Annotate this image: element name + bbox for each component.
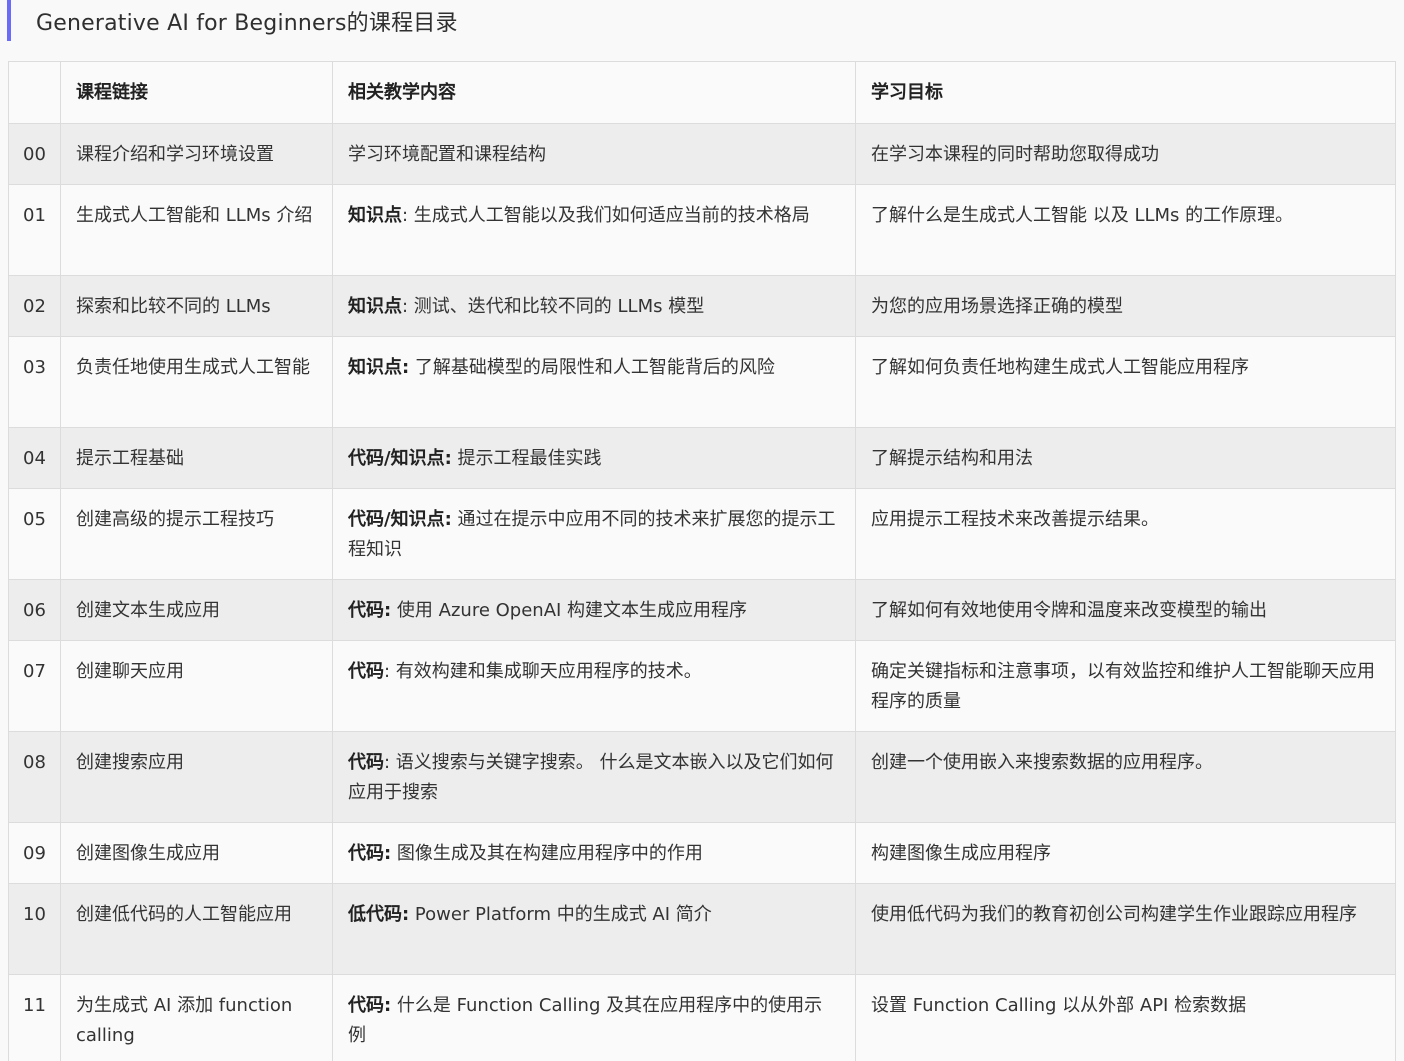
lesson-link[interactable]: 生成式人工智能和 LLMs 介绍 <box>60 184 333 276</box>
lesson-goal: 在学习本课程的同时帮助您取得成功 <box>855 123 1396 185</box>
header-number <box>8 61 61 124</box>
lesson-number: 10 <box>8 883 61 975</box>
lesson-goal: 了解提示结构和用法 <box>855 427 1396 489</box>
content-text: 学习环境配置和课程结构 <box>348 144 546 165</box>
content-label: 代码: <box>348 995 392 1016</box>
lesson-link[interactable]: 创建聊天应用 <box>60 640 333 732</box>
lesson-link[interactable]: 创建文本生成应用 <box>60 579 333 641</box>
table-row: 00 课程介绍和学习环境设置 学习环境配置和课程结构 在学习本课程的同时帮助您取… <box>8 123 1396 185</box>
content-text: : 有效构建和集成聊天应用程序的技术。 <box>384 661 702 682</box>
content-text: 使用 Azure OpenAI 构建文本生成应用程序 <box>391 600 748 621</box>
lesson-goal: 使用低代码为我们的教育初创公司构建学生作业跟踪应用程序 <box>855 883 1396 975</box>
lesson-link[interactable]: 课程介绍和学习环境设置 <box>60 123 333 185</box>
page-title: Generative AI for Beginners的课程目录 <box>7 0 458 41</box>
lesson-content: 学习环境配置和课程结构 <box>332 123 856 185</box>
content-label: 知识点: <box>348 357 410 378</box>
content-label: 知识点 <box>348 205 402 226</box>
lesson-number: 02 <box>8 275 61 337</box>
lesson-goal: 应用提示工程技术来改善提示结果。 <box>855 488 1396 580</box>
lesson-goal: 构建图像生成应用程序 <box>855 822 1396 884</box>
lesson-number: 11 <box>8 974 61 1061</box>
lesson-goal: 确定关键指标和注意事项，以有效监控和维护人工智能聊天应用程序的质量 <box>855 640 1396 732</box>
lesson-goal: 设置 Function Calling 以从外部 API 检索数据 <box>855 974 1396 1061</box>
lesson-content: 代码: 语义搜索与关键字搜索。 什么是文本嵌入以及它们如何应用于搜索 <box>332 731 856 823</box>
content-label: 代码 <box>348 661 384 682</box>
table-row: 07 创建聊天应用 代码: 有效构建和集成聊天应用程序的技术。 确定关键指标和注… <box>8 640 1396 732</box>
content-label: 低代码: <box>348 904 410 925</box>
lesson-link[interactable]: 提示工程基础 <box>60 427 333 489</box>
table-row: 09 创建图像生成应用 代码: 图像生成及其在构建应用程序中的作用 构建图像生成… <box>8 822 1396 884</box>
lesson-number: 03 <box>8 336 61 428</box>
lesson-number: 09 <box>8 822 61 884</box>
table-row: 10 创建低代码的人工智能应用 低代码: Power Platform 中的生成… <box>8 883 1396 975</box>
content-label: 知识点 <box>348 296 402 317</box>
content-text: : 测试、迭代和比较不同的 LLMs 模型 <box>402 296 705 317</box>
table-row: 06 创建文本生成应用 代码: 使用 Azure OpenAI 构建文本生成应用… <box>8 579 1396 641</box>
lesson-goal: 了解如何负责任地构建生成式人工智能应用程序 <box>855 336 1396 428</box>
lesson-goal: 创建一个使用嵌入来搜索数据的应用程序。 <box>855 731 1396 823</box>
lesson-number: 07 <box>8 640 61 732</box>
table-row: 05 创建高级的提示工程技巧 代码/知识点: 通过在提示中应用不同的技术来扩展您… <box>8 488 1396 580</box>
lesson-content: 代码: 使用 Azure OpenAI 构建文本生成应用程序 <box>332 579 856 641</box>
lesson-link[interactable]: 探索和比较不同的 LLMs <box>60 275 333 337</box>
lesson-goal: 了解什么是生成式人工智能 以及 LLMs 的工作原理。 <box>855 184 1396 276</box>
lesson-content: 知识点: 测试、迭代和比较不同的 LLMs 模型 <box>332 275 856 337</box>
lesson-link[interactable]: 创建图像生成应用 <box>60 822 333 884</box>
table-row: 04 提示工程基础 代码/知识点: 提示工程最佳实践 了解提示结构和用法 <box>8 427 1396 489</box>
table-row: 03 负责任地使用生成式人工智能 知识点: 了解基础模型的局限性和人工智能背后的… <box>8 336 1396 428</box>
table-row: 08 创建搜索应用 代码: 语义搜索与关键字搜索。 什么是文本嵌入以及它们如何应… <box>8 731 1396 823</box>
table-row: 01 生成式人工智能和 LLMs 介绍 知识点: 生成式人工智能以及我们如何适应… <box>8 184 1396 276</box>
content-label: 代码/知识点: <box>348 448 452 469</box>
lesson-content: 代码: 图像生成及其在构建应用程序中的作用 <box>332 822 856 884</box>
lesson-goal: 了解如何有效地使用令牌和温度来改变模型的输出 <box>855 579 1396 641</box>
lesson-content: 代码/知识点: 提示工程最佳实践 <box>332 427 856 489</box>
header-content: 相关教学内容 <box>332 61 856 124</box>
content-text: Power Platform 中的生成式 AI 简介 <box>409 904 712 925</box>
content-label: 代码 <box>348 752 384 773</box>
lesson-goal: 为您的应用场景选择正确的模型 <box>855 275 1396 337</box>
content-text: 提示工程最佳实践 <box>451 448 602 469</box>
header-goal: 学习目标 <box>855 61 1396 124</box>
page: Generative AI for Beginners的课程目录 课程链接 相关… <box>0 0 1404 1061</box>
content-text: : 语义搜索与关键字搜索。 什么是文本嵌入以及它们如何应用于搜索 <box>348 752 834 803</box>
lesson-link[interactable]: 创建搜索应用 <box>60 731 333 823</box>
lesson-link[interactable]: 负责任地使用生成式人工智能 <box>60 336 333 428</box>
lesson-content: 代码/知识点: 通过在提示中应用不同的技术来扩展您的提示工程知识 <box>332 488 856 580</box>
lesson-number: 08 <box>8 731 61 823</box>
header-course-link: 课程链接 <box>60 61 333 124</box>
lesson-content: 低代码: Power Platform 中的生成式 AI 简介 <box>332 883 856 975</box>
content-label: 代码/知识点: <box>348 509 452 530</box>
lesson-content: 知识点: 了解基础模型的局限性和人工智能背后的风险 <box>332 336 856 428</box>
lesson-link[interactable]: 创建高级的提示工程技巧 <box>60 488 333 580</box>
lesson-content: 代码: 有效构建和集成聊天应用程序的技术。 <box>332 640 856 732</box>
content-text: : 生成式人工智能以及我们如何适应当前的技术格局 <box>402 205 810 226</box>
lesson-number: 01 <box>8 184 61 276</box>
lesson-number: 00 <box>8 123 61 185</box>
lesson-number: 06 <box>8 579 61 641</box>
lesson-number: 05 <box>8 488 61 580</box>
content-text: 了解基础模型的局限性和人工智能背后的风险 <box>409 357 775 378</box>
lesson-number: 04 <box>8 427 61 489</box>
content-text: 图像生成及其在构建应用程序中的作用 <box>391 843 703 864</box>
lesson-content: 代码: 什么是 Function Calling 及其在应用程序中的使用示例 <box>332 974 856 1061</box>
lesson-link[interactable]: 为生成式 AI 添加 function calling <box>60 974 333 1061</box>
table-row: 11 为生成式 AI 添加 function calling 代码: 什么是 F… <box>8 974 1396 1061</box>
content-label: 代码: <box>348 843 392 864</box>
table-row: 02 探索和比较不同的 LLMs 知识点: 测试、迭代和比较不同的 LLMs 模… <box>8 275 1396 337</box>
lesson-link[interactable]: 创建低代码的人工智能应用 <box>60 883 333 975</box>
course-table: 课程链接 相关教学内容 学习目标 00 课程介绍和学习环境设置 学习环境配置和课… <box>8 61 1396 1061</box>
lesson-content: 知识点: 生成式人工智能以及我们如何适应当前的技术格局 <box>332 184 856 276</box>
content-label: 代码: <box>348 600 392 621</box>
content-text: 什么是 Function Calling 及其在应用程序中的使用示例 <box>348 995 823 1046</box>
table-header-row: 课程链接 相关教学内容 学习目标 <box>8 61 1396 124</box>
